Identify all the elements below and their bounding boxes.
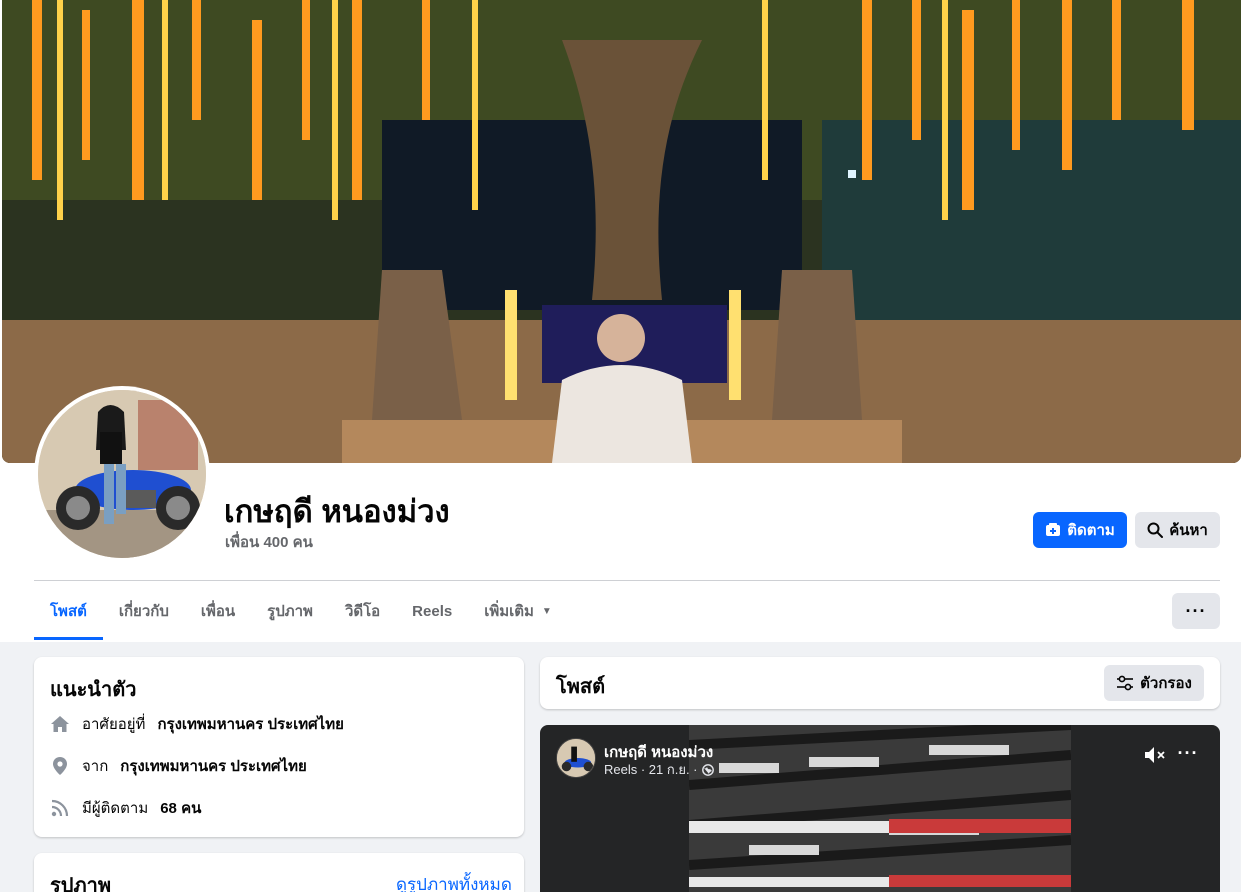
intro-followers: มีผู้ติดตาม 68 คน [50,796,201,820]
avatar-photo [38,390,206,558]
friend-count[interactable]: เพื่อน 400 คน [225,530,313,554]
tab-videos[interactable]: วิดีโอ [329,582,396,640]
follow-button[interactable]: ติดตาม [1033,512,1127,548]
tab-reels[interactable]: Reels [396,582,468,640]
location-pin-icon [50,756,70,776]
home-icon [50,714,70,734]
follow-label: ติดตาม [1067,522,1115,539]
tab-about-label: เกี่ยวกับ [118,603,169,620]
intro-title: แนะนำตัว [50,679,137,701]
reel-video[interactable] [689,725,1071,892]
intro-from-prefix: จาก [82,758,109,775]
intro-from-place[interactable]: กรุงเทพมหานคร ประเทศไทย [120,754,306,778]
avatar-photo-art [38,390,206,558]
profile-avatar[interactable] [34,386,210,562]
tab-friends-label: เพื่อน [200,603,236,620]
intro-lives-in: อาศัยอยู่ที่ กรุงเทพมหานคร ประเทศไทย [50,712,344,736]
photos-title: รูปภาพ [50,875,112,892]
intro-lives-place[interactable]: กรุงเทพมหานคร ประเทศไทย [157,712,343,736]
search-button[interactable]: ค้นหา [1135,512,1220,548]
posts-title: โพสต์ [556,676,606,698]
tab-reels-label: Reels [412,602,453,620]
header-divider [34,580,1220,581]
more-dots-icon: ··· [1185,600,1207,621]
see-all-photos-link[interactable]: ดูรูปภาพทั้งหมด [396,871,512,892]
profile-name: เกษฤดี หนองม่วง [224,494,450,529]
caret-down-icon: ▼ [541,605,552,617]
tab-videos-label: วิดีโอ [344,603,381,620]
reel-meta: Reels · 21 ก.ย. · [604,759,714,780]
reel-video-frame [689,725,1071,892]
globe-icon [701,763,714,776]
filter-label: ตัวกรอง [1140,675,1192,692]
tab-posts[interactable]: โพสต์ [34,582,103,640]
tab-posts-label: โพสต์ [50,603,87,620]
follow-icon [1046,523,1061,536]
intro-from: จาก กรุงเทพมหานคร ประเทศไทย [50,754,307,778]
reel-more-button[interactable]: ··· [1176,743,1200,765]
reel-author-avatar-art [557,739,595,777]
intro-lives-prefix: อาศัยอยู่ที่ [82,716,146,733]
tab-more-label: เพิ่มเติม [484,603,534,620]
reel-more-dots-icon: ··· [1177,743,1199,763]
rss-icon [50,798,70,818]
intro-followers-prefix: มีผู้ติดตาม [82,800,149,817]
reel-author-avatar[interactable] [556,738,596,778]
filter-button[interactable]: ตัวกรอง [1104,665,1204,701]
tab-photos-label: รูปภาพ [267,603,313,620]
tab-photos[interactable]: รูปภาพ [251,582,329,640]
tab-about[interactable]: เกี่ยวกับ [103,582,185,640]
search-icon [1147,522,1164,538]
search-label: ค้นหา [1169,522,1208,539]
tab-friends[interactable]: เพื่อน [185,582,251,640]
reel-meta-text[interactable]: Reels · 21 ก.ย. · [604,759,698,780]
filter-sliders-icon [1117,675,1134,691]
profile-header: เกษฤดี หนองม่วง เพื่อน 400 คน ติดตาม ค้น… [0,0,1241,642]
profile-more-button[interactable]: ··· [1172,593,1220,629]
tab-more[interactable]: เพิ่มเติม ▼ [468,582,568,640]
mute-icon[interactable] [1143,744,1167,766]
profile-tabs: โพสต์ เกี่ยวกับ เพื่อน รูปภาพ วิดีโอ Ree… [34,582,568,640]
intro-followers-count[interactable]: 68 คน [160,796,201,820]
